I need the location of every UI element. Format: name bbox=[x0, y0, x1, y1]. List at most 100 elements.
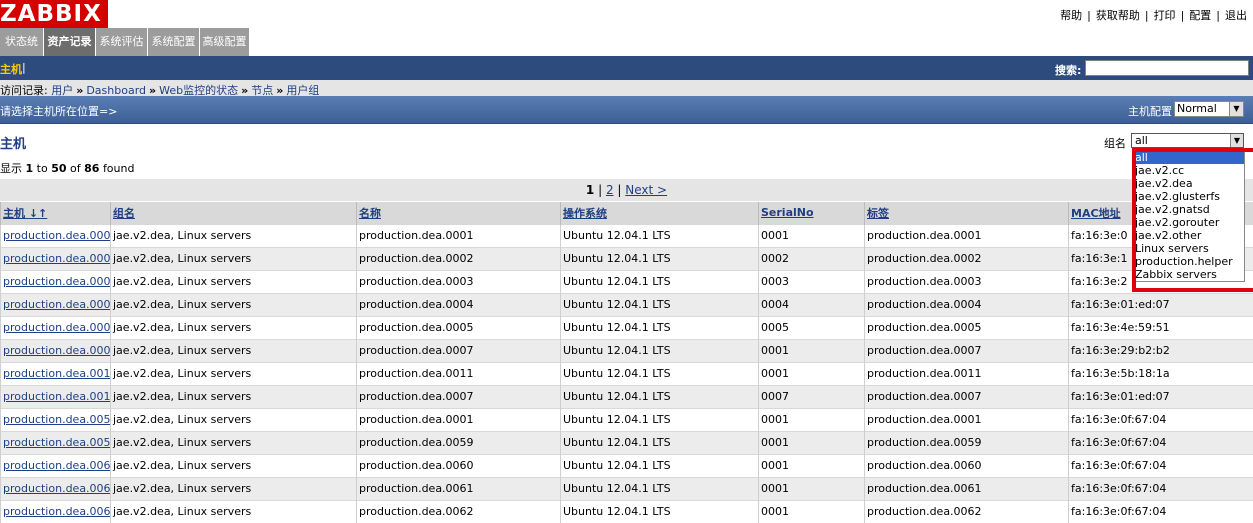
tab-inventory[interactable]: 资产记录 bbox=[44, 28, 95, 56]
cell-group: jae.v2.dea, Linux servers bbox=[110, 500, 357, 523]
hosts-table: 主机 ↓↑ 组名 名称 操作系统 SerialNo 标签 MAC地址 produ… bbox=[0, 202, 1253, 523]
cell-name: production.dea.0061 bbox=[356, 477, 561, 500]
dropdown-option[interactable]: all bbox=[1133, 151, 1244, 164]
cell-serial: 0005 bbox=[758, 316, 865, 339]
sort-arrow-icon: ↓↑ bbox=[28, 206, 48, 220]
help-link[interactable]: 帮助 bbox=[1060, 9, 1082, 22]
table-row: production.dea.0007 jae.v2.dea, Linux ser… bbox=[0, 339, 1253, 362]
dropdown-option[interactable]: Linux servers bbox=[1133, 242, 1244, 255]
cell-os: Ubuntu 12.04.1 LTS bbox=[560, 293, 759, 316]
page-2-link[interactable]: 2 bbox=[606, 183, 614, 197]
cell-os: Ubuntu 12.04.1 LTS bbox=[560, 316, 759, 339]
pager: 1 | 2 | Next > bbox=[0, 179, 1253, 201]
cell-os: Ubuntu 12.04.1 LTS bbox=[560, 247, 759, 270]
found-suffix: found bbox=[102, 162, 135, 175]
cell-host[interactable]: production.dea.0007 bbox=[0, 339, 111, 362]
table-row: production.dea.0016 jae.v2.dea, Linux ser… bbox=[0, 385, 1253, 408]
table-row: production.dea.0059 jae.v2.dea, Linux ser… bbox=[0, 431, 1253, 454]
cell-name: production.dea.0007 bbox=[356, 339, 561, 362]
search-input[interactable] bbox=[1085, 60, 1249, 76]
dropdown-option[interactable]: jae.v2.gnatsd bbox=[1133, 203, 1244, 216]
search-label: 搜索: bbox=[1055, 64, 1082, 77]
cell-host[interactable]: production.dea.0001 bbox=[0, 224, 111, 247]
host-config-label: 主机配置 bbox=[1128, 105, 1172, 118]
cell-host[interactable]: production.dea.0004 bbox=[0, 293, 111, 316]
cell-serial: 0004 bbox=[758, 293, 865, 316]
profile-link[interactable]: 配置 bbox=[1189, 9, 1211, 22]
tab-monitoring[interactable]: 状态统计 bbox=[0, 28, 43, 76]
cell-tag: production.dea.0060 bbox=[864, 454, 1069, 477]
column-header-name[interactable]: 名称 bbox=[356, 202, 561, 224]
chevron-down-icon: ▼ bbox=[1229, 102, 1243, 116]
cell-mac: fa:16:3e:0f:67:04 bbox=[1068, 454, 1253, 477]
table-row: production.dea.0003 jae.v2.dea, Linux ser… bbox=[0, 270, 1253, 293]
cell-host[interactable]: production.dea.0059 bbox=[0, 431, 111, 454]
cell-host[interactable]: production.dea.0061 bbox=[0, 477, 111, 500]
dropdown-option[interactable]: jae.v2.cc bbox=[1133, 164, 1244, 177]
dropdown-option[interactable]: jae.v2.gorouter bbox=[1133, 216, 1244, 229]
column-header-host[interactable]: 主机 ↓↑ bbox=[0, 202, 111, 224]
dropdown-option[interactable]: jae.v2.other bbox=[1133, 229, 1244, 242]
cell-host[interactable]: production.dea.0016 bbox=[0, 385, 111, 408]
cell-tag: production.dea.0003 bbox=[864, 270, 1069, 293]
tab-reports[interactable]: 系统评估 bbox=[96, 28, 147, 56]
found-of-word: of bbox=[70, 162, 81, 175]
cell-host[interactable]: production.dea.0052 bbox=[0, 408, 111, 431]
cell-mac: fa:16:3e:29:b2:b2 bbox=[1068, 339, 1253, 362]
column-header-tag[interactable]: 标签 bbox=[864, 202, 1069, 224]
cell-serial: 0003 bbox=[758, 270, 865, 293]
cell-host[interactable]: production.dea.0002 bbox=[0, 247, 111, 270]
cell-mac: fa:16:3e:01:ed:07 bbox=[1068, 385, 1253, 408]
cell-os: Ubuntu 12.04.1 LTS bbox=[560, 362, 759, 385]
dropdown-option[interactable]: Zabbix servers bbox=[1133, 268, 1244, 281]
column-header-label: 主机 bbox=[3, 206, 25, 220]
get-support-link[interactable]: 获取帮助 bbox=[1096, 9, 1140, 22]
host-config-select[interactable]: Normal ▼ bbox=[1174, 101, 1244, 117]
cell-tag: production.dea.0002 bbox=[864, 247, 1069, 270]
submenu-item-hosts[interactable]: 主机 bbox=[0, 61, 22, 77]
column-header-os[interactable]: 操作系统 bbox=[560, 202, 759, 224]
cell-name: production.dea.0062 bbox=[356, 500, 561, 523]
main-menu: 状态统计 资产记录 系统评估 系统配置 高级配置 bbox=[0, 28, 1253, 76]
found-from: 1 bbox=[25, 162, 34, 175]
group-filter-label: 组名 bbox=[1104, 137, 1126, 150]
cell-group: jae.v2.dea, Linux servers bbox=[110, 408, 357, 431]
cell-host[interactable]: production.dea.0005 bbox=[0, 316, 111, 339]
submenu-separator: | bbox=[22, 61, 26, 74]
zabbix-logo[interactable]: ZABBIX bbox=[0, 0, 108, 28]
table-row: production.dea.0062 jae.v2.dea, Linux ser… bbox=[0, 500, 1253, 523]
print-link[interactable]: 打印 bbox=[1154, 9, 1176, 22]
cell-mac: fa:16:3e:5b:18:1a bbox=[1068, 362, 1253, 385]
next-page-link[interactable]: Next > bbox=[625, 183, 667, 197]
dropdown-option[interactable]: jae.v2.glusterfs bbox=[1133, 190, 1244, 203]
column-header-serial[interactable]: SerialNo bbox=[758, 202, 865, 224]
cell-mac: fa:16:3e:4e:59:51 bbox=[1068, 316, 1253, 339]
column-header-group[interactable]: 组名 bbox=[110, 202, 357, 224]
dropdown-option[interactable]: jae.v2.dea bbox=[1133, 177, 1244, 190]
dropdown-option[interactable]: production.helper bbox=[1133, 255, 1244, 268]
cell-name: production.dea.0011 bbox=[356, 362, 561, 385]
found-total: 86 bbox=[84, 162, 100, 175]
cell-name: production.dea.0001 bbox=[356, 224, 561, 247]
tab-administration[interactable]: 高级配置 bbox=[200, 28, 249, 56]
logout-link[interactable]: 退出 bbox=[1225, 9, 1247, 22]
host-config-value: Normal bbox=[1177, 102, 1217, 115]
group-dropdown-list: all jae.v2.cc jae.v2.dea jae.v2.glusterfs ja… bbox=[1132, 150, 1245, 282]
table-row: production.dea.0004 jae.v2.dea, Linux ser… bbox=[0, 293, 1253, 316]
tab-configuration[interactable]: 系统配置 bbox=[148, 28, 199, 56]
separator: | bbox=[1216, 9, 1220, 22]
cell-group: jae.v2.dea, Linux servers bbox=[110, 293, 357, 316]
cell-host[interactable]: production.dea.0062 bbox=[0, 500, 111, 523]
cell-name: production.dea.0004 bbox=[356, 293, 561, 316]
found-to: 50 bbox=[51, 162, 67, 175]
sub-menu: 主机 | 搜索: bbox=[0, 56, 1253, 80]
group-filter-select[interactable]: all ▼ bbox=[1131, 133, 1244, 148]
cell-name: production.dea.0060 bbox=[356, 454, 561, 477]
cell-name: production.dea.0059 bbox=[356, 431, 561, 454]
cell-group: jae.v2.dea, Linux servers bbox=[110, 247, 357, 270]
table-row: production.dea.0060 jae.v2.dea, Linux ser… bbox=[0, 454, 1253, 477]
cell-host[interactable]: production.dea.0011 bbox=[0, 362, 111, 385]
cell-host[interactable]: production.dea.0003 bbox=[0, 270, 111, 293]
cell-host[interactable]: production.dea.0060 bbox=[0, 454, 111, 477]
cell-mac: fa:16:3e:0f:67:04 bbox=[1068, 431, 1253, 454]
